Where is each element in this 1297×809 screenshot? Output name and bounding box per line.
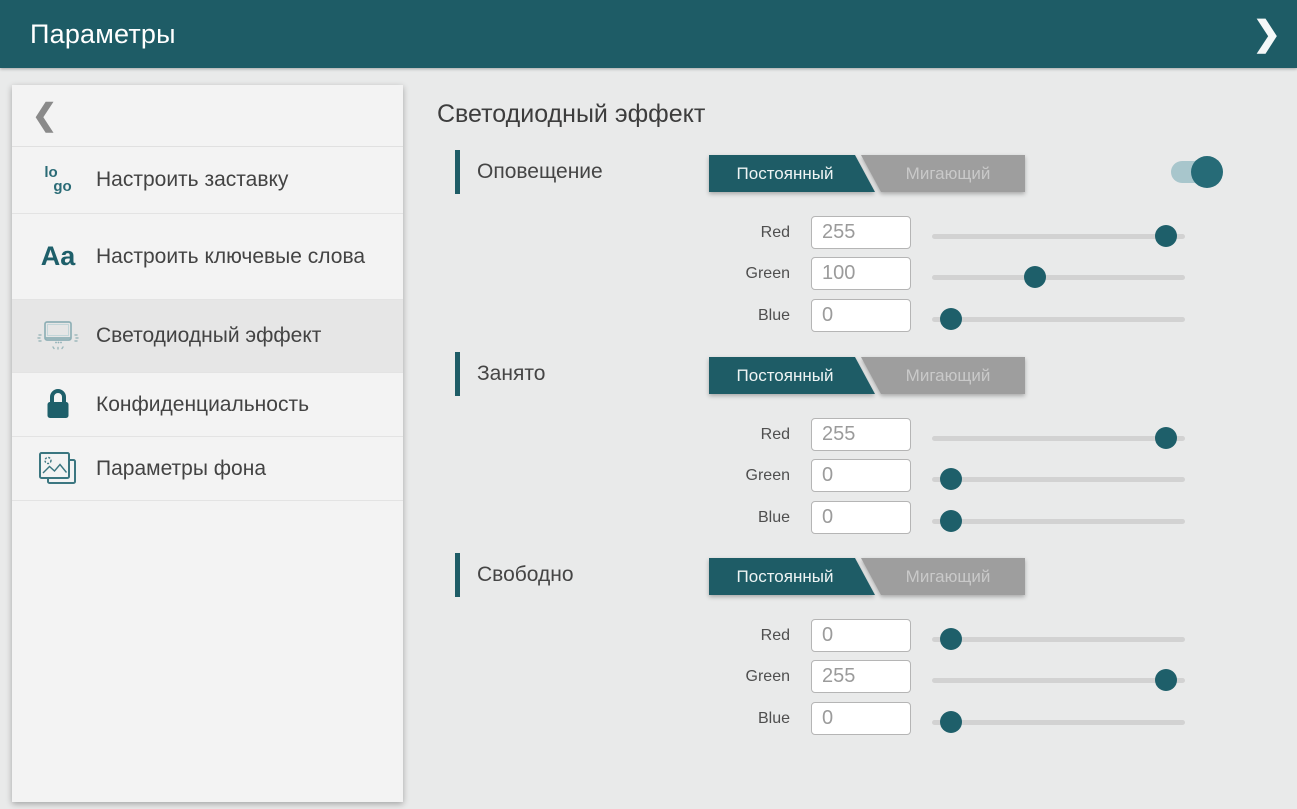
- red-slider[interactable]: [932, 220, 1185, 253]
- sidebar-item-background[interactable]: Параметры фона: [12, 437, 403, 501]
- section-label: Занято: [477, 362, 545, 386]
- slider-thumb[interactable]: [940, 468, 962, 490]
- slider-thumb[interactable]: [1155, 427, 1177, 449]
- slider-thumb[interactable]: [1155, 225, 1177, 247]
- slider-track[interactable]: [932, 477, 1185, 482]
- slider-track[interactable]: [932, 234, 1185, 239]
- led-enabled-toggle[interactable]: [1171, 156, 1243, 188]
- slider-track[interactable]: [932, 317, 1185, 322]
- tab-steady[interactable]: Постоянный: [709, 155, 875, 192]
- chevron-right-icon[interactable]: ❯: [1253, 0, 1282, 68]
- blue-slider[interactable]: [932, 706, 1185, 739]
- slider-thumb[interactable]: [1024, 266, 1046, 288]
- sidebar-item-label: Конфиденциальность: [84, 391, 309, 419]
- slider-track[interactable]: [932, 436, 1185, 441]
- green-slider[interactable]: [932, 463, 1185, 496]
- led-section-free: Свободно Постоянный Мигающий Red Green B…: [455, 543, 1245, 743]
- slider-thumb[interactable]: [940, 711, 962, 733]
- led-section-busy: Занято Постоянный Мигающий Red Green Blu…: [455, 342, 1245, 542]
- settings-sidebar: ❮ logo Настроить заставку Aa Настроить к…: [12, 85, 403, 802]
- led-section-notification: Оповещение Постоянный Мигающий Red Green…: [455, 140, 1245, 340]
- green-slider[interactable]: [932, 664, 1185, 697]
- slider-thumb[interactable]: [1155, 669, 1177, 691]
- slider-thumb[interactable]: [940, 510, 962, 532]
- logo-icon: logo: [32, 166, 84, 195]
- green-label: Green: [710, 459, 790, 492]
- led-monitor-icon: [32, 318, 84, 354]
- blue-label: Blue: [710, 702, 790, 735]
- sidebar-item-privacy[interactable]: Конфиденциальность: [12, 373, 403, 437]
- sidebar-item-led-effect[interactable]: Светодиодный эффект: [12, 300, 403, 373]
- blue-label: Blue: [710, 501, 790, 534]
- green-input[interactable]: [811, 459, 911, 492]
- slider-thumb[interactable]: [940, 308, 962, 330]
- lock-icon: [32, 387, 84, 423]
- green-label: Green: [710, 257, 790, 290]
- red-label: Red: [710, 619, 790, 652]
- blue-input[interactable]: [811, 299, 911, 332]
- blue-slider[interactable]: [932, 303, 1185, 336]
- slider-track[interactable]: [932, 519, 1185, 524]
- slider-thumb[interactable]: [940, 628, 962, 650]
- red-input[interactable]: [811, 216, 911, 249]
- sidebar-item-keywords[interactable]: Aa Настроить ключевые слова: [12, 214, 403, 300]
- red-input[interactable]: [811, 418, 911, 451]
- green-input[interactable]: [811, 660, 911, 693]
- blue-label: Blue: [710, 299, 790, 332]
- blue-input[interactable]: [811, 501, 911, 534]
- red-label: Red: [710, 216, 790, 249]
- section-label: Оповещение: [477, 160, 603, 184]
- accent-bar: [455, 352, 460, 396]
- tab-steady[interactable]: Постоянный: [709, 558, 875, 595]
- chevron-left-icon[interactable]: ❮: [32, 101, 57, 131]
- blue-slider[interactable]: [932, 505, 1185, 538]
- red-input[interactable]: [811, 619, 911, 652]
- slider-track[interactable]: [932, 637, 1185, 642]
- red-label: Red: [710, 418, 790, 451]
- sidebar-item-splash-screen[interactable]: logo Настроить заставку: [12, 147, 403, 214]
- sidebar-item-label: Параметры фона: [84, 455, 266, 483]
- section-label: Свободно: [477, 563, 574, 587]
- tab-blinking[interactable]: Мигающий: [855, 357, 1025, 394]
- sidebar-item-label: Настроить ключевые слова: [84, 243, 365, 271]
- green-input[interactable]: [811, 257, 911, 290]
- toggle-knob: [1191, 156, 1223, 188]
- green-label: Green: [710, 660, 790, 693]
- page-title: Параметры: [30, 0, 176, 68]
- keywords-icon: Aa: [32, 243, 84, 270]
- accent-bar: [455, 553, 460, 597]
- section-title: Светодиодный эффект: [437, 100, 705, 129]
- slider-track[interactable]: [932, 275, 1185, 280]
- green-slider[interactable]: [932, 261, 1185, 294]
- red-slider[interactable]: [932, 422, 1185, 455]
- accent-bar: [455, 150, 460, 194]
- slider-track[interactable]: [932, 678, 1185, 683]
- tab-blinking[interactable]: Мигающий: [855, 558, 1025, 595]
- sidebar-item-label: Настроить заставку: [84, 166, 288, 194]
- background-images-icon: [32, 450, 84, 488]
- app-header: Параметры ❯: [0, 0, 1297, 68]
- blue-input[interactable]: [811, 702, 911, 735]
- sidebar-item-label: Светодиодный эффект: [84, 322, 321, 350]
- red-slider[interactable]: [932, 623, 1185, 656]
- tab-blinking[interactable]: Мигающий: [855, 155, 1025, 192]
- slider-track[interactable]: [932, 720, 1185, 725]
- tab-steady[interactable]: Постоянный: [709, 357, 875, 394]
- sidebar-back-row[interactable]: ❮: [12, 85, 403, 147]
